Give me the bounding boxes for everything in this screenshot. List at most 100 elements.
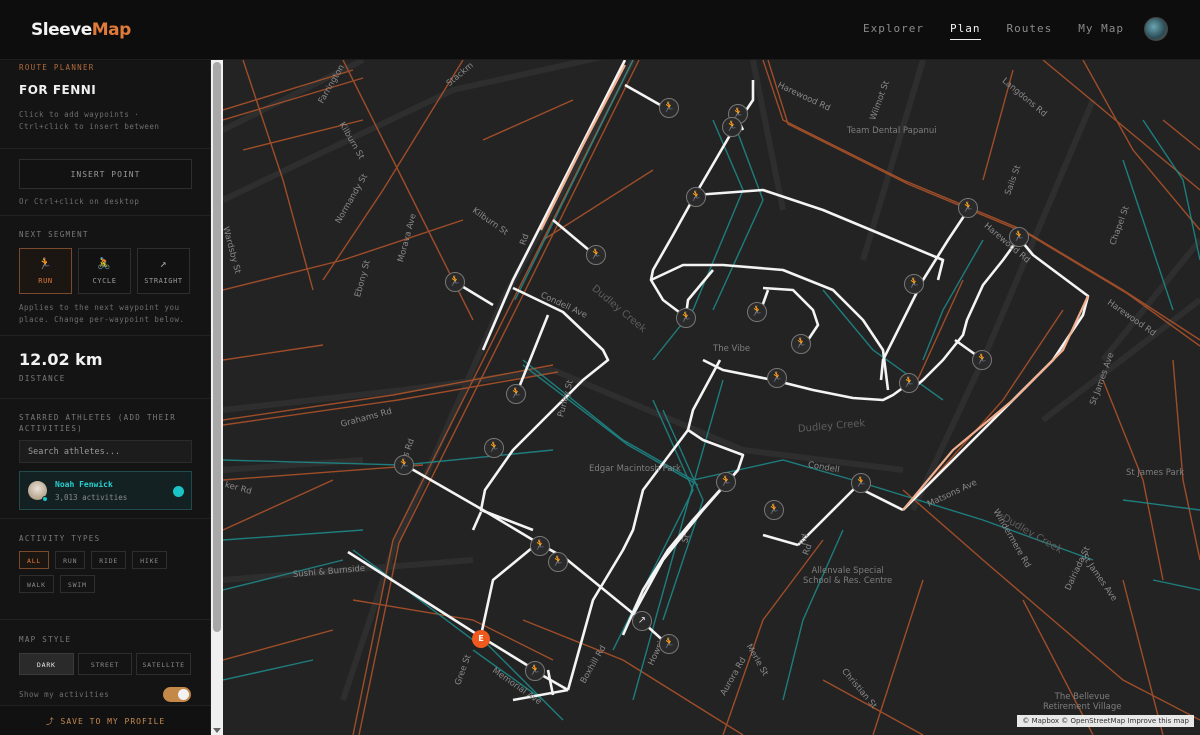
- run-icon: 🏃: [750, 306, 764, 317]
- waypoint-run[interactable]: 🏃: [851, 473, 871, 493]
- activity-chip-swim[interactable]: SWIM: [59, 575, 95, 593]
- route-name[interactable]: FOR FENNI: [19, 83, 191, 97]
- map-canvas[interactable]: Farrington Stackm Kilburn St Normandy St…: [223, 60, 1200, 735]
- waypoint-run[interactable]: 🏃: [722, 117, 742, 137]
- athlete-activity-count: 3,013 activities: [55, 493, 128, 502]
- map-attribution[interactable]: © Mapbox © OpenStreetMap Improve this ma…: [1017, 715, 1194, 727]
- top-bar: SleeveMap Explorer Plan Routes My Map: [0, 0, 1200, 60]
- waypoint-run[interactable]: 🏃: [659, 98, 679, 118]
- run-icon: 🏃: [533, 540, 547, 551]
- scrollbar-thumb[interactable]: [213, 62, 221, 632]
- waypoint-run[interactable]: 🏃: [791, 334, 811, 354]
- run-icon: 🏃: [794, 338, 808, 349]
- map-style-dark[interactable]: DARK: [19, 653, 74, 675]
- run-icon: 🏃: [551, 556, 565, 567]
- run-icon: 🏃: [589, 249, 603, 260]
- starred-athletes-section: STARRED ATHLETES (ADD THEIR ACTIVITIES) …: [0, 399, 210, 519]
- poi-label: The Vibe: [713, 344, 751, 354]
- waypoint-run[interactable]: 🏃: [899, 373, 919, 393]
- show-activities-toggle[interactable]: [163, 687, 191, 702]
- waypoint-run[interactable]: 🏃: [747, 302, 767, 322]
- nav-my-map[interactable]: My Map: [1078, 22, 1124, 40]
- activity-chip-walk[interactable]: WALK: [19, 575, 54, 593]
- waypoint-run[interactable]: 🏃: [958, 198, 978, 218]
- athlete-card[interactable]: Noah Fenwick 3,013 activities: [19, 471, 192, 510]
- waypoint-run[interactable]: 🏃: [686, 187, 706, 207]
- next-segment-section: NEXT SEGMENT 🏃 RUN 🚴 CYCLE ↗ STRAIGHT Ap…: [0, 216, 210, 336]
- segment-cycle-button[interactable]: 🚴 CYCLE: [78, 248, 131, 294]
- waypoint-run[interactable]: 🏃: [676, 308, 696, 328]
- run-icon: 🏃: [854, 477, 868, 488]
- activity-types-label: ACTIVITY TYPES: [19, 534, 101, 543]
- route-end-marker[interactable]: E: [472, 630, 490, 648]
- insert-hint: Or Ctrl+click on desktop: [19, 197, 140, 206]
- waypoint-run[interactable]: 🏃: [506, 384, 526, 404]
- segment-run-button[interactable]: 🏃 RUN: [19, 248, 72, 294]
- activity-chip-run[interactable]: RUN: [55, 551, 86, 569]
- waypoint-run[interactable]: 🏃: [764, 500, 784, 520]
- run-icon: 🏃: [487, 442, 501, 453]
- activity-chip-all[interactable]: ALL: [19, 551, 50, 569]
- straight-icon: ↗: [637, 615, 647, 626]
- run-icon: 🏃: [770, 372, 784, 383]
- run-icon: 🏃: [725, 121, 739, 132]
- segment-straight-button[interactable]: ↗ STRAIGHT: [137, 248, 190, 294]
- waypoint-straight[interactable]: ↗: [632, 611, 652, 631]
- sidebar-scrollbar[interactable]: [211, 60, 223, 735]
- distance-value: 12.02 km: [19, 350, 103, 369]
- nav-routes[interactable]: Routes: [1007, 22, 1053, 40]
- waypoint-run[interactable]: 🏃: [1009, 227, 1029, 247]
- waypoint-run[interactable]: 🏃: [972, 350, 992, 370]
- athlete-search-input[interactable]: Search athletes...: [19, 440, 192, 463]
- waypoint-run[interactable]: 🏃: [548, 552, 568, 572]
- nav-plan[interactable]: Plan: [950, 22, 981, 40]
- poi-label: The Bellevue Retirement Village: [1043, 692, 1122, 712]
- poi-label: Team Dental Papanui: [847, 126, 937, 136]
- run-icon: 🏃: [961, 202, 975, 213]
- waypoint-run[interactable]: 🏃: [767, 368, 787, 388]
- run-icon: 🏃: [448, 276, 462, 287]
- run-icon: 🏃: [679, 312, 693, 323]
- waypoint-run[interactable]: 🏃: [586, 245, 606, 265]
- map-style-satellite[interactable]: SATELLITE: [136, 653, 192, 675]
- user-avatar[interactable]: [1144, 17, 1168, 41]
- poi-label: Edgar Macintosh Park: [589, 464, 681, 474]
- run-icon: 🏃: [1012, 231, 1026, 242]
- main-nav: Explorer Plan Routes My Map: [837, 22, 1124, 40]
- run-icon: 🏃: [397, 459, 411, 470]
- run-icon: 🏃: [38, 257, 53, 270]
- waypoint-run[interactable]: 🏃: [445, 272, 465, 292]
- run-icon: 🏃: [509, 388, 523, 399]
- waypoint-run[interactable]: 🏃: [394, 455, 414, 475]
- run-icon: 🏃: [975, 354, 989, 365]
- waypoint-run[interactable]: 🏃: [904, 274, 924, 294]
- map-style-street[interactable]: STREET: [77, 653, 133, 675]
- orange-activity-trails: [223, 60, 1200, 735]
- activity-chip-ride[interactable]: RIDE: [91, 551, 127, 569]
- app-logo[interactable]: SleeveMap: [31, 20, 131, 40]
- starred-label: STARRED ATHLETES (ADD THEIR ACTIVITIES): [19, 413, 177, 433]
- save-to-profile-button[interactable]: ⤴ SAVE TO MY PROFILE: [0, 705, 210, 735]
- route-planner-sidebar: ROUTE PLANNER FOR FENNI Click to add way…: [0, 60, 211, 735]
- highlighted-route-segment: [540, 64, 1089, 511]
- waypoint-run[interactable]: 🏃: [716, 472, 736, 492]
- distance-label: DISTANCE: [19, 374, 66, 383]
- athlete-online-dot: [42, 496, 48, 502]
- run-icon: 🏃: [902, 377, 916, 388]
- street-grid: [223, 60, 1200, 701]
- show-activities-label: Show my activities: [19, 689, 110, 699]
- waypoint-run[interactable]: 🏃: [525, 661, 545, 681]
- straight-icon: ↗: [159, 257, 168, 270]
- cycle-icon: 🚴: [97, 257, 112, 270]
- insert-point-button[interactable]: INSERT POINT: [19, 159, 192, 189]
- planner-label: ROUTE PLANNER: [19, 63, 95, 72]
- waypoint-run[interactable]: 🏃: [659, 634, 679, 654]
- scroll-down-arrow[interactable]: [213, 728, 221, 733]
- waypoint-run[interactable]: 🏃: [530, 536, 550, 556]
- waypoint-run[interactable]: 🏃: [484, 438, 504, 458]
- athlete-name: Noah Fenwick: [55, 480, 113, 489]
- next-segment-label: NEXT SEGMENT: [19, 230, 89, 239]
- nav-explorer[interactable]: Explorer: [863, 22, 924, 40]
- activity-chip-hike[interactable]: HIKE: [132, 551, 167, 569]
- athlete-toggle-dot[interactable]: [173, 486, 184, 497]
